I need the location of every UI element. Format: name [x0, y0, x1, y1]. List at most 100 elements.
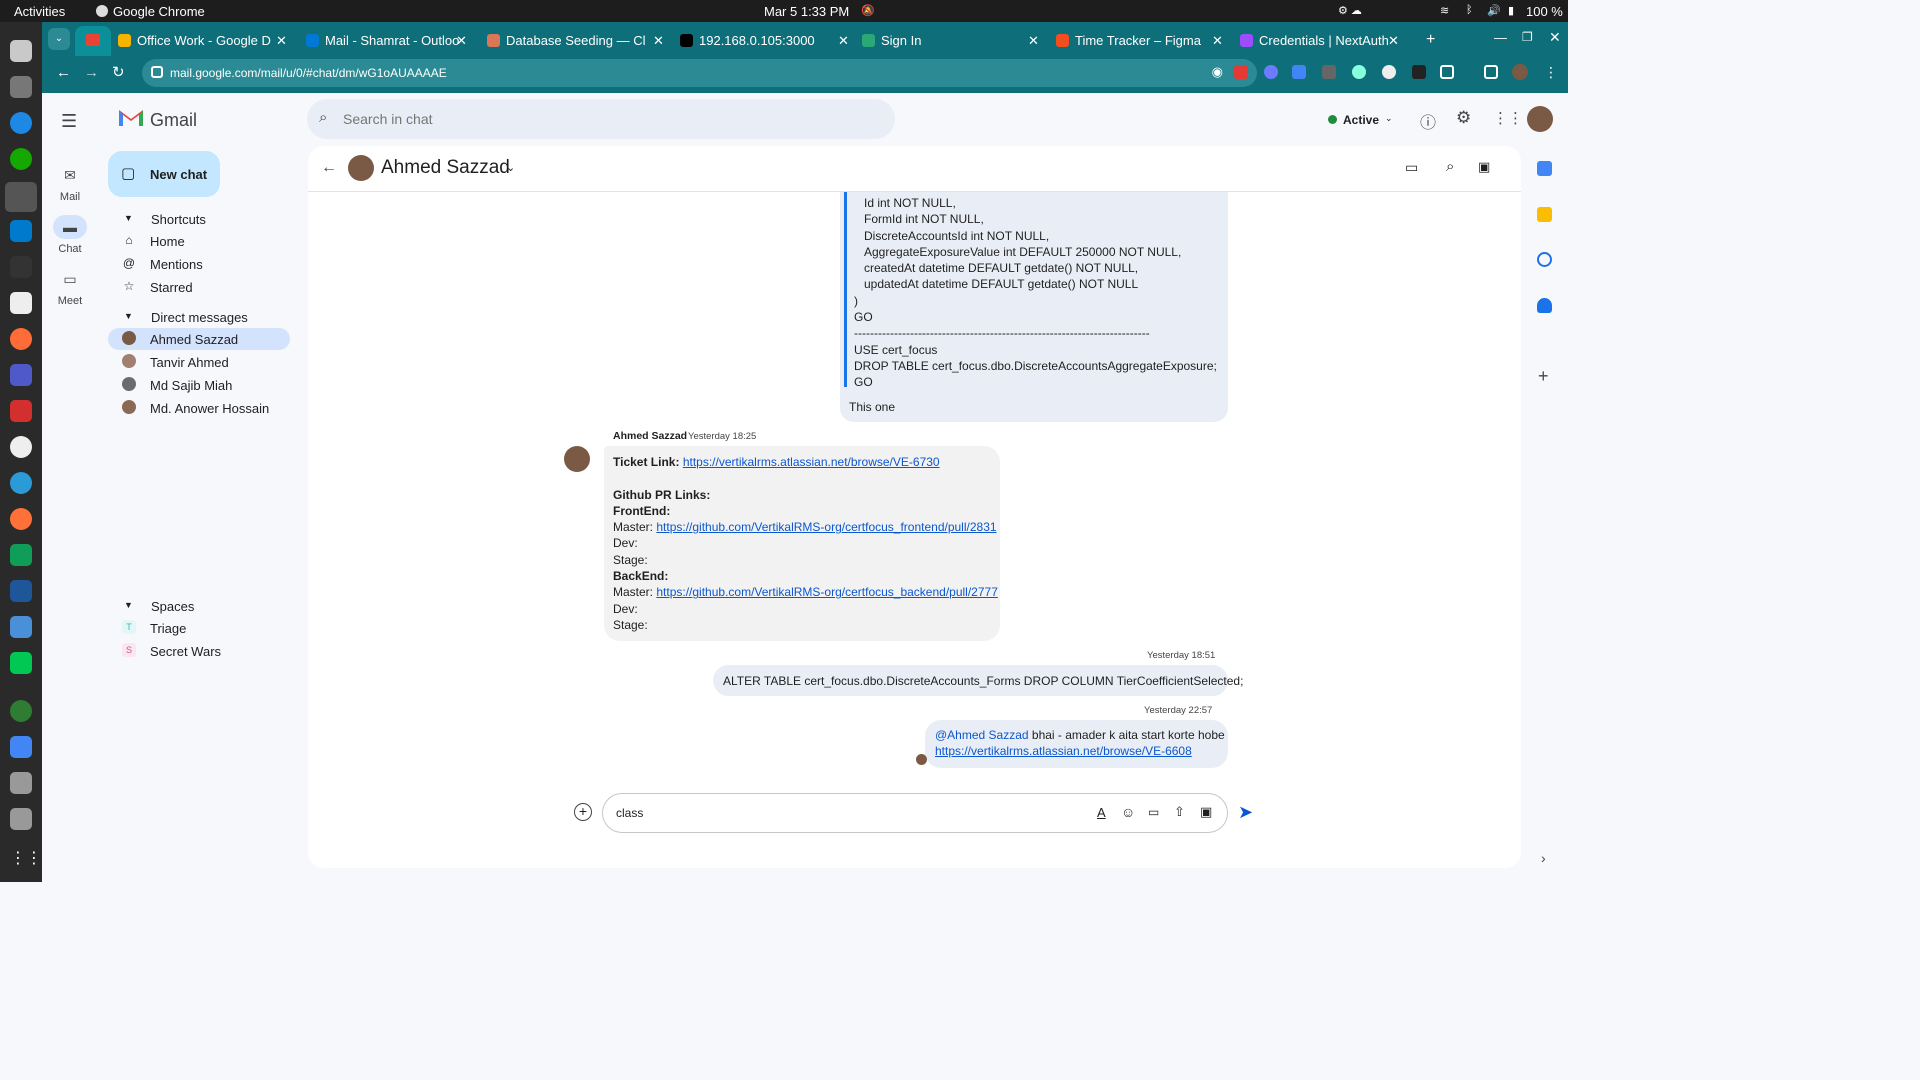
frontend-pr-link[interactable]: https://github.com/VertikalRMS-org/certf…: [656, 520, 996, 534]
mongodb-icon[interactable]: [10, 436, 32, 458]
tab-close-icon[interactable]: ✕: [456, 33, 467, 49]
battery-icon[interactable]: ▮: [1508, 4, 1514, 17]
browser-tab[interactable]: 192.168.0.105:3000 ✕: [680, 27, 850, 55]
active-app-name[interactable]: Google Chrome: [113, 4, 205, 19]
tab-close-icon[interactable]: ✕: [653, 33, 664, 49]
back-arrow-icon[interactable]: ←: [321, 159, 337, 177]
nav-mentions[interactable]: @ Mentions: [108, 253, 290, 275]
app-icon-cube[interactable]: [10, 736, 32, 758]
reload-icon[interactable]: ↻: [112, 63, 125, 81]
space-item-triage[interactable]: T Triage: [108, 617, 290, 639]
volume-icon[interactable]: 🔊: [1487, 4, 1501, 17]
back-icon[interactable]: ←: [56, 64, 71, 81]
settings-gear-icon[interactable]: ⚙: [1456, 108, 1471, 128]
files-icon[interactable]: [10, 40, 32, 62]
search-input[interactable]: [343, 107, 863, 131]
dm-item-tanvir-ahmed[interactable]: Tanvir Ahmed: [108, 351, 290, 373]
app-icon-blue[interactable]: [10, 472, 32, 494]
rail-chat[interactable]: ▬ Chat: [42, 215, 98, 255]
app-icon-v[interactable]: [10, 292, 32, 314]
mention[interactable]: @Ahmed Sazzad: [935, 728, 1029, 742]
tab-close-icon[interactable]: ✕: [1028, 33, 1039, 49]
space-item-secret-wars[interactable]: S Secret Wars: [108, 640, 290, 662]
tab-close-icon[interactable]: ✕: [1388, 33, 1399, 49]
main-menu-icon[interactable]: ☰: [61, 111, 77, 132]
address-url[interactable]: mail.google.com/mail/u/0/#chat/dm/wG1oAU…: [170, 66, 447, 80]
tracking-icon[interactable]: ◉: [1212, 64, 1223, 80]
ticket-link[interactable]: https://vertikalrms.atlassian.net/browse…: [935, 744, 1192, 758]
apps-grid-icon[interactable]: ⋮⋮: [1493, 109, 1523, 127]
dm-item-md-anower-hossain[interactable]: Md. Anower Hossain: [108, 397, 290, 419]
expand-panel-icon[interactable]: ›: [1541, 850, 1546, 866]
close-window-button[interactable]: ✕: [1549, 29, 1561, 46]
tasks-icon[interactable]: [1537, 252, 1552, 267]
new-chat-button[interactable]: ▢ New chat: [108, 151, 220, 197]
extension-icon-3[interactable]: [1352, 65, 1366, 79]
wifi-icon[interactable]: ≋: [1440, 4, 1449, 17]
add-attachment-icon[interactable]: +: [574, 803, 592, 821]
nav-home[interactable]: ⌂ Home: [108, 230, 290, 252]
keep-icon[interactable]: [1537, 207, 1552, 222]
video-message-icon[interactable]: ▣: [1200, 804, 1212, 820]
tab-close-icon[interactable]: ✕: [838, 33, 849, 49]
browser-tab[interactable]: Credentials | NextAuth ✕: [1240, 27, 1400, 55]
spaces-collapse-icon[interactable]: ▼: [124, 600, 133, 610]
activities-button[interactable]: Activities: [14, 4, 65, 19]
dm-header[interactable]: Direct messages: [151, 310, 248, 325]
contacts-icon[interactable]: [1537, 298, 1552, 313]
extension-icon-1[interactable]: [1264, 65, 1278, 79]
chat-app-icon[interactable]: [10, 652, 32, 674]
send-icon[interactable]: ➤: [1238, 802, 1253, 823]
app-icon-g[interactable]: [10, 700, 32, 722]
rail-mail[interactable]: ✉ Mail: [42, 163, 98, 203]
browser-tab[interactable]: Sign In ✕: [862, 27, 1040, 55]
app-icon-s[interactable]: [10, 580, 32, 602]
minimize-button[interactable]: —: [1494, 30, 1507, 45]
extension-icon-f[interactable]: [1322, 65, 1336, 79]
terminal-icon[interactable]: [10, 256, 32, 278]
backend-pr-link[interactable]: https://github.com/VertikalRMS-org/certf…: [656, 585, 998, 599]
composer-input[interactable]: class: [616, 806, 643, 820]
rail-meet[interactable]: ▭ Meet: [42, 267, 98, 307]
side-panel-icon[interactable]: [1484, 65, 1498, 79]
account-avatar[interactable]: [1527, 106, 1553, 132]
site-info-icon[interactable]: [151, 66, 163, 78]
browser-tab[interactable]: Mail - Shamrat - Outloo ✕: [306, 27, 468, 55]
spaces-header[interactable]: Spaces: [151, 599, 194, 614]
dm-collapse-icon[interactable]: ▼: [124, 311, 133, 321]
new-tab-button[interactable]: +: [1426, 31, 1435, 49]
chat-search-bar[interactable]: ⌕: [307, 99, 895, 139]
upwork-icon[interactable]: [10, 148, 32, 170]
tab-close-icon[interactable]: ✕: [1212, 33, 1223, 49]
disk-icon[interactable]: [10, 772, 32, 794]
eyedropper-icon[interactable]: [1412, 65, 1426, 79]
picture-in-picture-icon[interactable]: ▣: [1478, 159, 1490, 175]
calendar-icon[interactable]: [1537, 161, 1552, 176]
upload-icon[interactable]: ⇧: [1174, 804, 1185, 820]
bluetooth-icon[interactable]: ᛒ: [1466, 4, 1473, 16]
chrome-dock-icon[interactable]: [5, 182, 37, 212]
status-selector[interactable]: Active ⌄: [1319, 100, 1401, 138]
nav-starred[interactable]: ☆ Starred: [108, 276, 290, 298]
dm-item-ahmed-sazzad[interactable]: Ahmed Sazzad: [108, 328, 290, 350]
teams-icon[interactable]: [10, 364, 32, 386]
extensions-puzzle-icon[interactable]: [1440, 65, 1454, 79]
address-bar[interactable]: mail.google.com/mail/u/0/#chat/dm/wG1oAU…: [142, 59, 1257, 87]
shortcuts-collapse-icon[interactable]: ▼: [124, 213, 133, 223]
contact-dropdown-icon[interactable]: ⌄: [506, 161, 515, 174]
tab-search-icon[interactable]: ⌄: [48, 28, 70, 50]
settings-icon[interactable]: [10, 76, 32, 98]
add-addon-icon[interactable]: +: [1538, 366, 1549, 387]
app-icon-red[interactable]: [10, 400, 32, 422]
translate-icon[interactable]: [1292, 65, 1306, 79]
docker-icon[interactable]: [10, 112, 32, 134]
contact-name[interactable]: Ahmed Sazzad: [381, 157, 510, 179]
gmail-tab-active[interactable]: [75, 26, 111, 56]
help-icon[interactable]: ⓘ: [1420, 109, 1436, 133]
postman-icon[interactable]: [10, 328, 32, 350]
browser-tab[interactable]: Time Tracker – Figma ✕: [1056, 27, 1224, 55]
tray-icons[interactable]: ⚙ ☁: [1338, 4, 1362, 17]
adblock-icon[interactable]: [1234, 65, 1248, 79]
sheets-icon[interactable]: [10, 544, 32, 566]
maximize-button[interactable]: ❐: [1522, 30, 1533, 44]
